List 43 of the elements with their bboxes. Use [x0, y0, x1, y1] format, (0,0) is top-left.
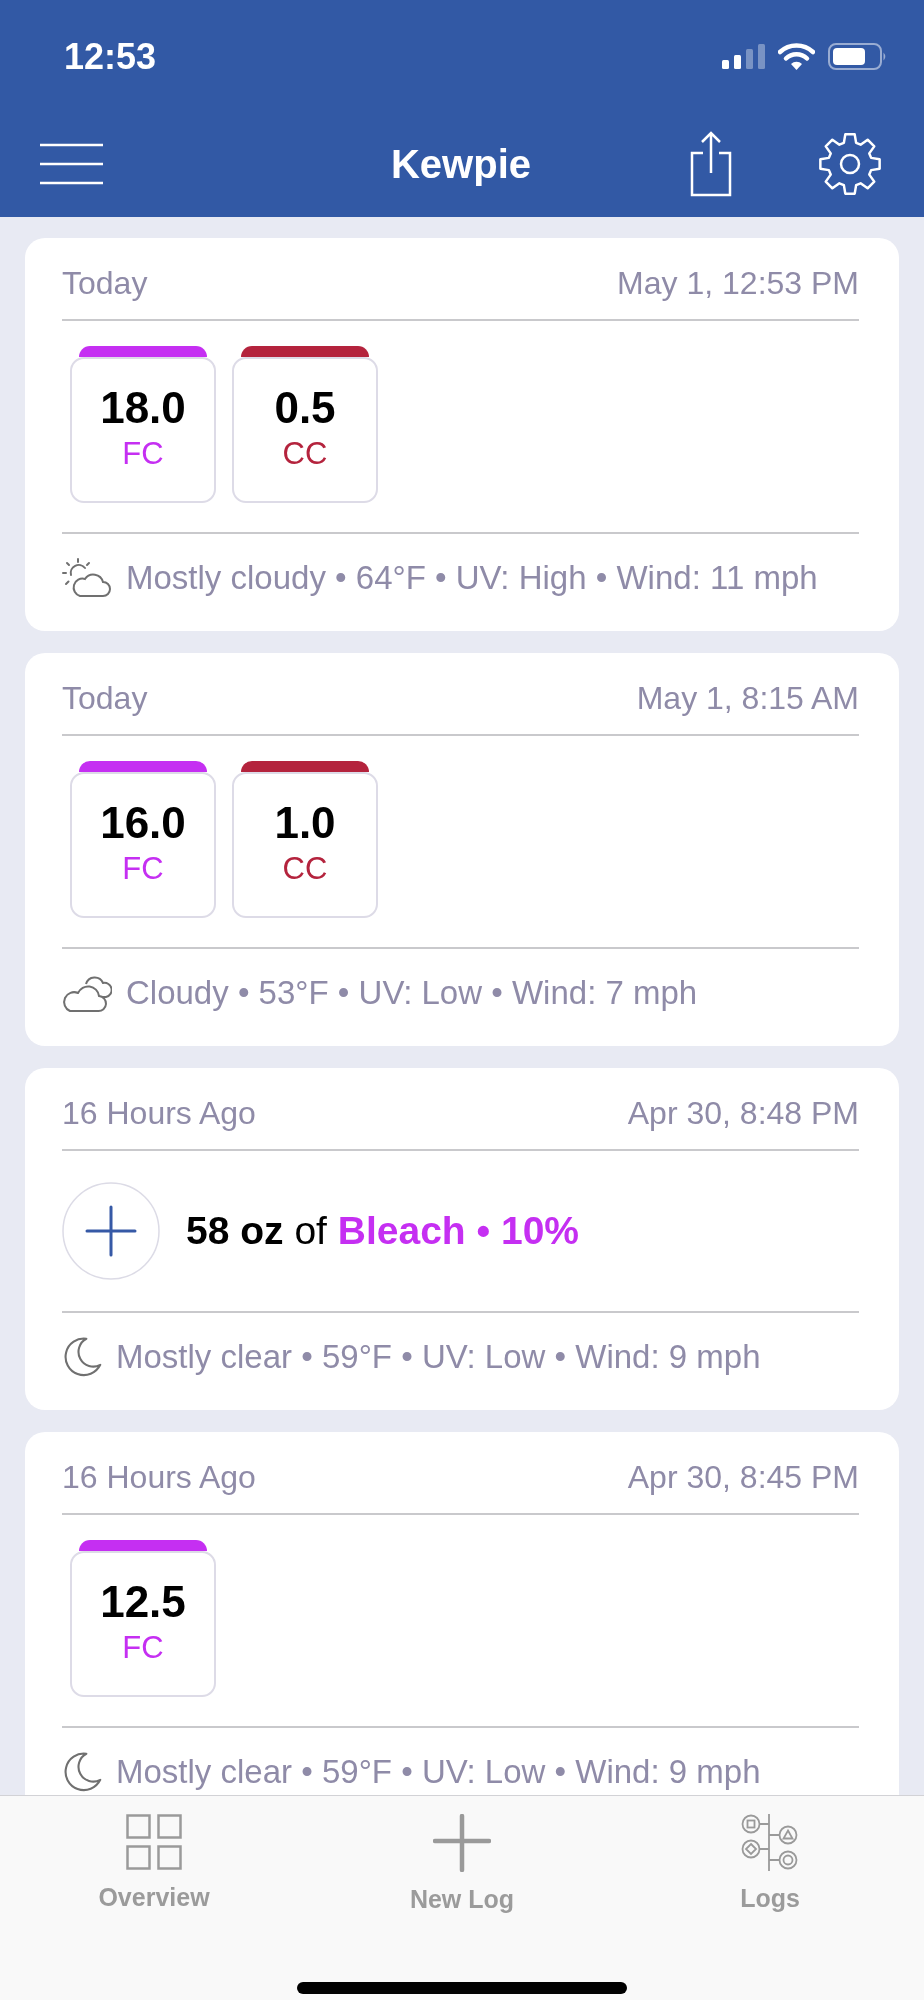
- reading-value: 0.5: [274, 385, 336, 431]
- reading-value: 1.0: [274, 800, 336, 846]
- menu-icon[interactable]: [40, 142, 103, 185]
- weather-summary: Mostly clear • 59°F • UV: Low • Wind: 9 mph: [116, 1754, 761, 1790]
- relative-time: Today: [62, 680, 148, 716]
- battery-icon: [828, 43, 887, 70]
- settings-icon[interactable]: [818, 131, 882, 196]
- reading-value: 12.5: [100, 1579, 186, 1625]
- reading-label: FC: [122, 1631, 164, 1665]
- weather-summary: Mostly cloudy • 64°F • UV: High • Wind: 11 mph: [126, 560, 818, 596]
- relative-time: 16 Hours Ago: [62, 1095, 256, 1131]
- wifi-icon: [778, 43, 815, 70]
- branching-shapes-icon: [741, 1814, 799, 1871]
- moon-icon: [62, 1337, 102, 1377]
- plus-icon: [433, 1814, 491, 1872]
- moon-icon: [62, 1752, 102, 1792]
- log-card[interactable]: 16 Hours Ago Apr 30, 8:45 PM 12.5 FC Mostly clear • 59°F • UV: Low • Wind: 9 mph: [25, 1432, 899, 1795]
- reading-label: FC: [122, 852, 164, 886]
- log-card[interactable]: Today May 1, 12:53 PM 18.0 FC 0.5 CC Mostly cloudy • 64°F • UV: High • Wind: 11 mph: [25, 238, 899, 631]
- reading-label: CC: [282, 437, 328, 471]
- status-time: 12:53: [64, 38, 157, 76]
- app-title: Kewpie: [390, 140, 531, 187]
- reading-value: 16.0: [100, 800, 186, 846]
- relative-time: 16 Hours Ago: [62, 1459, 256, 1495]
- grid-icon: [126, 1814, 182, 1870]
- dose-text: 58 oz of Bleach • 10%: [186, 1209, 580, 1253]
- timestamp: Apr 30, 8:48 PM: [627, 1095, 859, 1131]
- log-card[interactable]: Today May 1, 8:15 AM 16.0 FC 1.0 CC Cloudy • 53°F • UV: Low • Wind: 7 mph: [25, 653, 899, 1046]
- weather-summary: Cloudy • 53°F • UV: Low • Wind: 7 mph: [126, 975, 698, 1011]
- reading-value: 18.0: [100, 385, 186, 431]
- relative-time: Today: [62, 265, 148, 301]
- signal-icon: [722, 44, 765, 69]
- plus-icon: [62, 1182, 160, 1280]
- weather-summary: Mostly clear • 59°F • UV: Low • Wind: 9 mph: [116, 1339, 761, 1375]
- log-card[interactable]: 16 Hours Ago Apr 30, 8:48 PM 58 oz of Bleach • 10% Mostly clear • 59°F • UV: Low • Wind: 9 mph: [25, 1068, 899, 1410]
- reading-label: FC: [122, 437, 164, 471]
- timestamp: Apr 30, 8:45 PM: [627, 1459, 859, 1495]
- timestamp: May 1, 12:53 PM: [617, 265, 859, 301]
- share-icon[interactable]: [690, 130, 732, 197]
- cloud-icon: [62, 973, 112, 1013]
- reading-label: CC: [282, 852, 328, 886]
- sun-cloud-icon: [62, 558, 112, 598]
- timestamp: May 1, 8:15 AM: [636, 680, 859, 716]
